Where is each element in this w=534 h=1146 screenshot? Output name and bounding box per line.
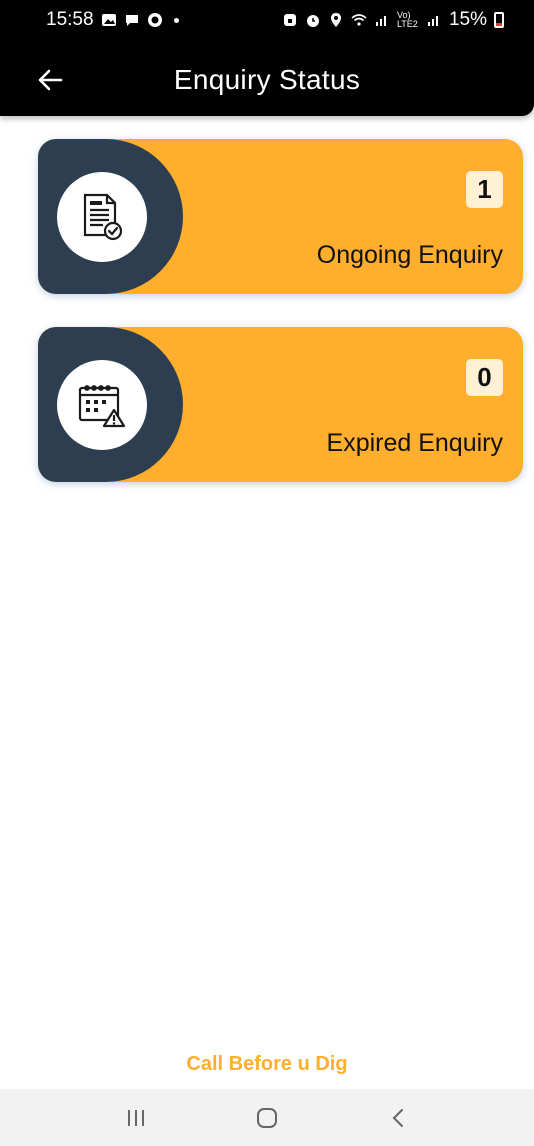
signal-2-icon [427, 16, 438, 26]
ongoing-enquiry-card[interactable]: 1 Ongoing Enquiry [38, 139, 523, 294]
app-header: 15:58 Vo) LTE2 15% Enquiry Status [0, 0, 534, 116]
battery-percent: 15% [448, 9, 487, 30]
back-chevron-icon [392, 1108, 404, 1127]
lock-icon [283, 14, 296, 26]
footer-brand: Call Before u Dig [186, 1053, 348, 1075]
signal-icon [375, 16, 386, 26]
alarm-icon [306, 15, 319, 27]
lte-label: Vo) LTE2 [396, 10, 418, 29]
expired-enquiry-label: Expired Enquiry [326, 429, 503, 457]
document-check-icon [83, 193, 123, 241]
page-title: Enquiry Status [173, 64, 361, 95]
status-time: 15:58 [46, 9, 94, 30]
home-icon [256, 1107, 277, 1128]
expired-count-badge: 0 [466, 359, 503, 396]
app-bar: Enquiry Status [0, 44, 534, 116]
ongoing-enquiry-label: Ongoing Enquiry [316, 241, 503, 269]
system-back-button[interactable] [378, 1098, 418, 1138]
status-left: 15:58 [46, 9, 179, 31]
wifi-icon [351, 14, 367, 26]
recents-button[interactable] [116, 1098, 156, 1138]
gallery-icon [101, 14, 116, 26]
battery-icon [494, 12, 504, 28]
more-notifications-dot [173, 17, 179, 23]
expired-enquiry-card[interactable]: 0 Expired Enquiry [38, 327, 523, 482]
recents-icon [127, 1109, 144, 1126]
system-nav-bar [0, 1089, 534, 1146]
status-bar: 15:58 Vo) LTE2 15% [0, 0, 534, 40]
card-icon-circle [57, 172, 147, 262]
ongoing-count-badge: 1 [466, 171, 503, 208]
app-notification-icon [147, 13, 162, 27]
location-icon [330, 13, 341, 27]
home-button[interactable] [247, 1098, 287, 1138]
status-right: Vo) LTE2 15% [282, 9, 504, 31]
card-icon-circle [57, 360, 147, 450]
calendar-warning-icon [78, 385, 126, 428]
chat-icon [125, 15, 138, 26]
